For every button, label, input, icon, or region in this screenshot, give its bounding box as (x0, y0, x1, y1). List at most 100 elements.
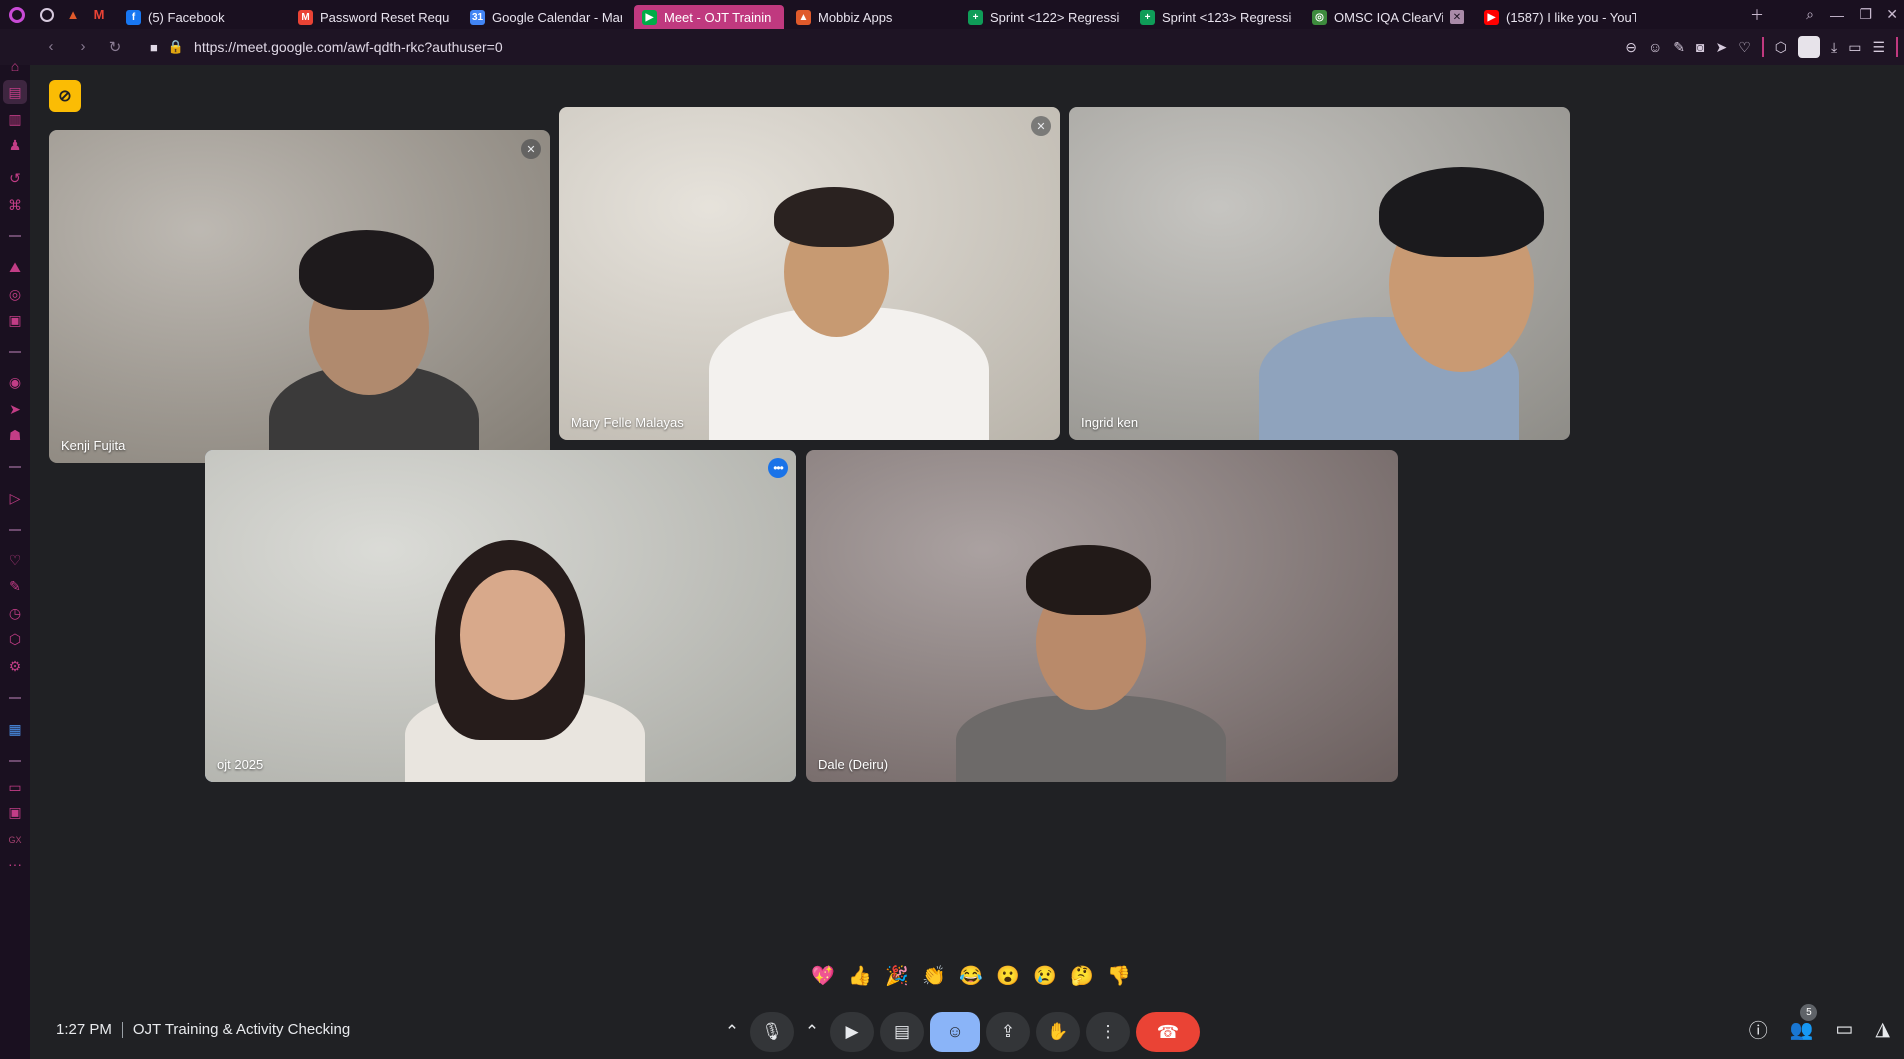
zoom-icon[interactable]: ⊖ (1625, 39, 1637, 56)
close-window-icon[interactable]: ✕ (1886, 6, 1898, 23)
reactions-bar: 💖 👍 🎉 👏 😂 😮 😢 🤔 👎 (808, 959, 1134, 993)
crypto-icon[interactable]: ◎ (6, 285, 24, 303)
flow-icon[interactable]: ▷ (6, 489, 24, 507)
participant-tile[interactable]: Dale (Deiru) (806, 450, 1398, 782)
settings-icon[interactable]: ⚙ (6, 657, 24, 675)
snapshot-icon[interactable]: ◙ (1696, 39, 1704, 55)
extensions-icon[interactable]: ⬡ (1775, 39, 1787, 56)
meeting-details-icon[interactable]: ⓘ (1749, 1016, 1768, 1043)
video-options-chevron-icon[interactable]: ⌃ (800, 1012, 824, 1052)
history-icon[interactable]: ↺ (6, 169, 24, 187)
browser-tab[interactable]: ▶ (1587) I like you - YouT (1476, 5, 1644, 29)
workspace-icon[interactable]: ▤ (6, 83, 24, 101)
messenger-icon[interactable]: ◉ (6, 373, 24, 391)
browser-tab[interactable]: f (5) Facebook (118, 5, 286, 29)
player-icon[interactable]: ♟ (6, 136, 24, 154)
leave-call-button[interactable]: ☎ (1136, 1012, 1200, 1052)
browser-tab[interactable]: ◎ OMSC IQA ClearVi ✕ (1304, 5, 1472, 29)
activities-icon[interactable]: ◮ (1875, 1018, 1890, 1041)
thumbs-up-reaction[interactable]: 👍 (845, 961, 875, 991)
emoji-icon[interactable]: ☺ (1648, 39, 1662, 55)
clap-reaction[interactable]: 👏 (919, 961, 949, 991)
app-icon[interactable]: ▦ (6, 720, 24, 738)
chat-icon[interactable]: ▭ (1835, 1018, 1853, 1041)
more-icon[interactable]: ··· (6, 855, 24, 873)
lock-icon[interactable]: 🔒 (168, 39, 184, 55)
more-options-button[interactable]: ••• (768, 458, 788, 478)
audio-options-chevron-icon[interactable]: ⌃ (720, 1012, 744, 1052)
telegram-icon[interactable]: ➤ (6, 400, 24, 418)
opera-menu-button[interactable] (0, 0, 34, 29)
new-tab-icon[interactable]: ＋ (1750, 5, 1764, 25)
surprised-reaction[interactable]: 😮 (993, 961, 1023, 991)
present-button[interactable]: ⇪ (986, 1012, 1030, 1052)
close-tab-icon[interactable]: ✕ (1450, 10, 1464, 24)
reload-icon[interactable]: ↻ (106, 38, 124, 56)
gx-icon[interactable]: GX (6, 831, 24, 849)
notes-icon[interactable]: ▥ (6, 110, 24, 128)
laugh-reaction[interactable]: 😂 (956, 961, 986, 991)
send-icon[interactable]: ➤ (1715, 39, 1727, 56)
reactions-button[interactable]: ☺ (930, 1012, 980, 1052)
battery-icon[interactable]: ▭ (1848, 39, 1861, 56)
browser-tab[interactable]: + Sprint <123> Regressio (1132, 5, 1300, 29)
browser-tab[interactable]: ▶ Meet - OJT Trainin (634, 5, 784, 29)
pinned-tab-gmail[interactable]: M (86, 0, 112, 29)
hang-up-icon: ☎ (1156, 1021, 1180, 1042)
heart-reaction[interactable]: 💖 (808, 961, 838, 991)
discord-icon[interactable]: ☗ (6, 426, 24, 444)
muted-mic-icon: ✕ (521, 139, 541, 159)
thinking-reaction[interactable]: 🤔 (1067, 961, 1097, 991)
sad-reaction[interactable]: 😢 (1030, 961, 1060, 991)
tab-label: (5) Facebook (148, 9, 225, 25)
profile-avatar[interactable] (1798, 36, 1820, 58)
restore-icon[interactable]: ❐ (1859, 6, 1872, 23)
camera-in-use-icon[interactable]: ■ (150, 40, 158, 55)
pinboard-icon[interactable]: ⌘ (6, 196, 24, 214)
easy-setup-icon[interactable]: ☰ (1872, 39, 1885, 56)
tab-label: (1587) I like you - YouT (1506, 9, 1636, 25)
browser-tab[interactable]: + Sprint <122> Regressio (960, 5, 1128, 29)
pinned-tab-opera[interactable] (34, 0, 60, 29)
address-bar: ‹ › ↻ ■ 🔒 https://meet.google.com/awf-qd… (0, 29, 1904, 65)
tab-search-icon[interactable]: ⌕ (1806, 6, 1814, 23)
sidebar-divider (9, 351, 21, 353)
bookmark-heart-icon[interactable]: ♡ (1738, 39, 1751, 56)
browser-tab[interactable]: M Password Reset Reque (290, 5, 458, 29)
home-icon[interactable]: ⌂ (6, 57, 24, 75)
party-reaction[interactable]: 🎉 (882, 961, 912, 991)
participant-tile[interactable]: Ingrid ken (1069, 107, 1570, 440)
present-screen-icon: ⇪ (1000, 1022, 1016, 1041)
clock-icon[interactable]: ◷ (6, 604, 24, 622)
participant-tile[interactable]: ••• ojt 2025 (205, 450, 796, 782)
camera-button[interactable]: ▶ (830, 1012, 874, 1052)
back-icon[interactable]: ‹ (42, 38, 60, 56)
bookmarks-icon[interactable]: ♡ (6, 551, 24, 569)
url-field[interactable]: https://meet.google.com/awf-qdth-rkc?aut… (194, 39, 503, 55)
more-options-button[interactable]: ⋮ (1086, 1012, 1130, 1052)
pinned-tab-mobbiz[interactable]: ▲ (60, 0, 86, 29)
sheets-icon: + (1140, 9, 1155, 25)
minimize-icon[interactable]: — (1830, 7, 1844, 23)
captions-button[interactable]: ▤ (880, 1012, 924, 1052)
gx-panel-icon[interactable]: ▭ (6, 778, 24, 796)
thumbs-down-reaction[interactable]: 👎 (1104, 961, 1134, 991)
download-icon[interactable]: ⤓ (1831, 39, 1837, 56)
edit-icon[interactable]: ✎ (1673, 39, 1685, 56)
forward-icon[interactable]: › (74, 38, 92, 56)
wallet-icon[interactable]: ▣ (6, 311, 24, 329)
browser-tab[interactable]: 31 Google Calendar - Mar (462, 5, 630, 29)
tab-label: Sprint <123> Regressio (1162, 9, 1292, 25)
microphone-button[interactable]: 🎙 (750, 1012, 794, 1052)
participant-tile[interactable]: ✕ Kenji Fujita (49, 130, 550, 463)
people-button[interactable]: 👥 5 (1790, 1003, 1818, 1042)
edit-note-icon[interactable]: ✎ (6, 577, 24, 595)
gx-control-icon[interactable]: ▣ (6, 803, 24, 821)
raise-hand-button[interactable]: ✋ (1036, 1012, 1080, 1052)
aria-icon[interactable]: ⛰ (6, 258, 24, 276)
mobbiz-icon: ▲ (796, 9, 811, 25)
recording-off-icon[interactable]: ⊘ (49, 80, 81, 112)
browser-tab[interactable]: ▲ Mobbiz Apps (788, 5, 956, 29)
extensions-sidebar-icon[interactable]: ⬡ (6, 630, 24, 648)
participant-tile[interactable]: ✕ Mary Felle Malayas (559, 107, 1060, 440)
